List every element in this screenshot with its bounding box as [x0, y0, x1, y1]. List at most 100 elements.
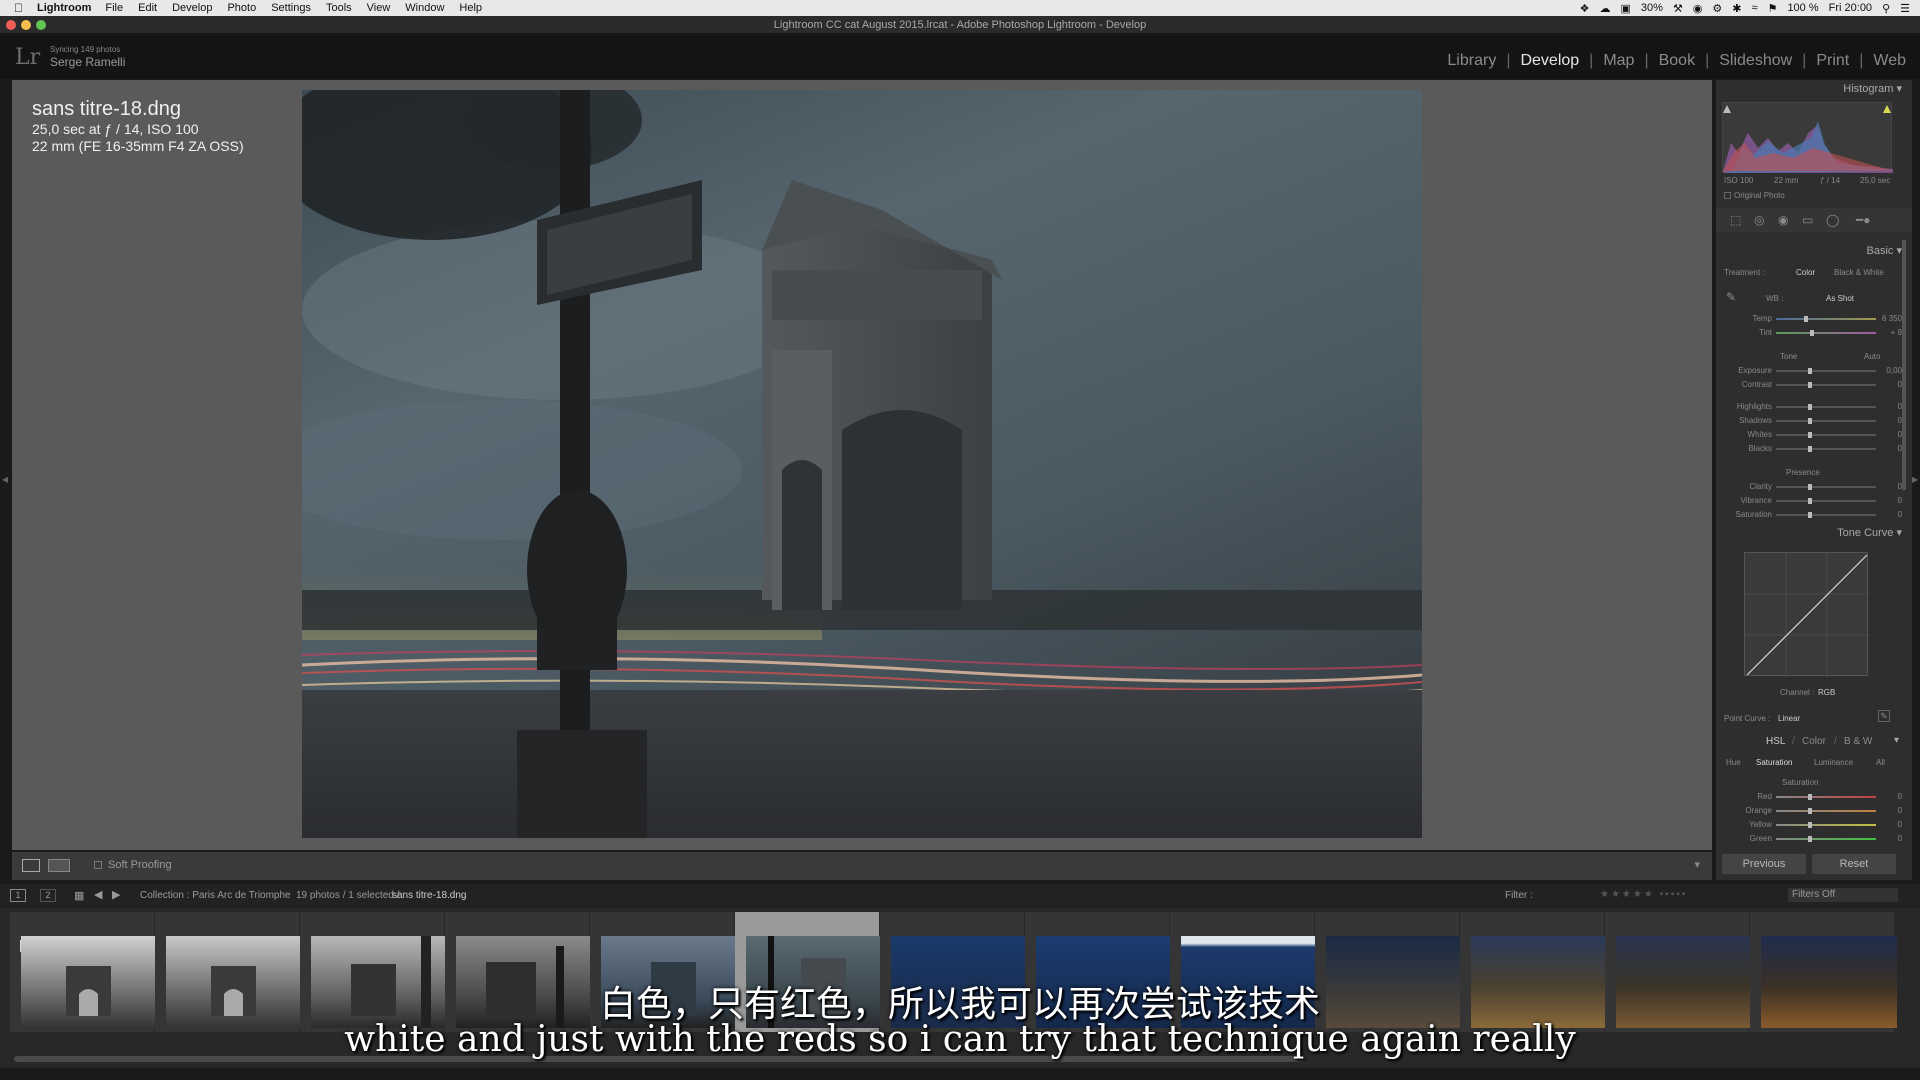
menu-app-name[interactable]: Lightroom [37, 2, 91, 14]
yellow-value[interactable]: 0 [1898, 820, 1902, 829]
gear-icon[interactable]: ⚙ [1712, 2, 1722, 15]
treatment-bw[interactable]: Black & White [1834, 268, 1884, 277]
search-icon[interactable]: ⚲ [1882, 2, 1890, 15]
menu-settings[interactable]: Settings [271, 2, 311, 14]
treatment-color[interactable]: Color [1796, 268, 1815, 277]
orange-value[interactable]: 0 [1898, 806, 1902, 815]
shadows-slider[interactable] [1776, 420, 1876, 422]
hsl-saturation-tab[interactable]: Saturation [1756, 758, 1792, 767]
filters-off-select[interactable]: Filters Off [1788, 888, 1898, 902]
menu-photo[interactable]: Photo [227, 2, 256, 14]
volume-percent[interactable]: 100 % [1787, 2, 1818, 14]
blacks-slider-thumb[interactable] [1808, 446, 1812, 452]
color-tab[interactable]: Color [1802, 736, 1826, 747]
clock[interactable]: Fri 20:00 [1829, 2, 1872, 14]
minimize-window-button[interactable] [21, 20, 31, 30]
before-after-view-icon[interactable] [48, 859, 70, 872]
crop-icon[interactable]: ⬚ [1730, 213, 1741, 227]
bluetooth-icon[interactable]: ✱ [1732, 2, 1741, 15]
temp-slider-thumb[interactable] [1804, 316, 1808, 322]
vibrance-slider-thumb[interactable] [1808, 498, 1812, 504]
red-saturation-slider[interactable] [1776, 796, 1876, 798]
clarity-slider-thumb[interactable] [1808, 484, 1812, 490]
left-panel-toggle-icon[interactable]: ◀ [2, 475, 8, 485]
cloud-icon[interactable]: ☁ [1600, 2, 1611, 15]
red-value[interactable]: 0 [1898, 792, 1902, 801]
hsl-hue-tab[interactable]: Hue [1726, 758, 1741, 767]
green-saturation-slider[interactable] [1776, 838, 1876, 840]
highlights-slider[interactable] [1776, 406, 1876, 408]
shadows-slider-thumb[interactable] [1808, 418, 1812, 424]
list-icon[interactable]: ☰ [1900, 2, 1910, 15]
contrast-slider[interactable] [1776, 384, 1876, 386]
loupe-view-icon[interactable] [22, 859, 40, 872]
whites-slider-thumb[interactable] [1808, 432, 1812, 438]
green-value[interactable]: 0 [1898, 834, 1902, 843]
menu-develop[interactable]: Develop [172, 2, 212, 14]
yellow-saturation-thumb[interactable] [1808, 822, 1812, 828]
module-library[interactable]: Library [1443, 52, 1500, 70]
basic-header[interactable]: Basic ▾ [1867, 244, 1902, 257]
orange-saturation-slider[interactable] [1776, 810, 1876, 812]
spot-removal-icon[interactable]: ◎ [1754, 213, 1764, 227]
exposure-slider-thumb[interactable] [1808, 368, 1812, 374]
soft-proofing-checkbox[interactable] [94, 861, 102, 869]
toolbar-menu-chevron-icon[interactable]: ▾ [1694, 858, 1700, 871]
bw-tab[interactable]: B & W [1844, 736, 1872, 747]
hsl-collapse-icon[interactable]: ▾ [1894, 735, 1899, 746]
whites-slider[interactable] [1776, 434, 1876, 436]
zoom-window-button[interactable] [36, 20, 46, 30]
highlights-slider-thumb[interactable] [1808, 404, 1812, 410]
previous-button[interactable]: Previous [1722, 854, 1806, 874]
module-book[interactable]: Book [1655, 52, 1699, 70]
rating-filter[interactable]: ★★★★★ ▪▪▪▪▪ [1600, 889, 1687, 900]
dropbox-icon[interactable]: ❖ [1580, 2, 1590, 15]
grid-view-icon[interactable]: ▦ [74, 889, 84, 902]
module-map[interactable]: Map [1599, 52, 1638, 70]
eyedropper-icon[interactable]: ✎ [1726, 290, 1736, 304]
red-saturation-thumb[interactable] [1808, 794, 1812, 800]
contrast-slider-thumb[interactable] [1808, 382, 1812, 388]
blacks-slider[interactable] [1776, 448, 1876, 450]
selected-filename[interactable]: sans titre-18.dng [392, 890, 467, 901]
apple-icon[interactable]:  [14, 1, 23, 15]
collection-source[interactable]: Collection : Paris Arc de Triomphe [140, 890, 291, 901]
original-photo-checkbox[interactable] [1724, 192, 1731, 199]
record-icon[interactable]: ◉ [1693, 2, 1703, 15]
main-photo[interactable] [302, 90, 1422, 838]
menu-tools[interactable]: Tools [326, 2, 352, 14]
menu-view[interactable]: View [367, 2, 391, 14]
histogram-graph[interactable] [1722, 102, 1893, 173]
green-saturation-thumb[interactable] [1808, 836, 1812, 842]
exposure-value[interactable]: 0,00 [1886, 366, 1902, 375]
module-web[interactable]: Web [1869, 52, 1910, 70]
tone-curve-graph[interactable] [1744, 552, 1869, 677]
second-window-button[interactable]: 2 [40, 889, 56, 902]
histogram-header[interactable]: Histogram ▾ [1843, 82, 1902, 95]
adjustment-brush-icon[interactable]: ━● [1856, 213, 1870, 227]
saturation-slider-thumb[interactable] [1808, 512, 1812, 518]
main-window-button[interactable]: 1 [10, 889, 26, 902]
curve-edit-icon[interactable]: ✎ [1878, 710, 1890, 722]
module-slideshow[interactable]: Slideshow [1715, 52, 1796, 70]
hsl-luminance-tab[interactable]: Luminance [1814, 758, 1853, 767]
right-panel-scrollbar[interactable] [1902, 240, 1906, 490]
close-window-button[interactable] [6, 20, 16, 30]
hsl-all-tab[interactable]: All [1876, 758, 1885, 767]
red-eye-icon[interactable]: ◉ [1778, 213, 1788, 227]
right-panel-toggle-icon[interactable]: ▶ [1912, 475, 1918, 484]
wb-select[interactable]: As Shot [1826, 294, 1854, 303]
tone-curve-header[interactable]: Tone Curve ▾ [1837, 526, 1902, 539]
menu-help[interactable]: Help [459, 2, 482, 14]
saturation-value[interactable]: 0 [1898, 510, 1902, 519]
tint-slider-thumb[interactable] [1810, 330, 1814, 336]
clarity-slider[interactable] [1776, 486, 1876, 488]
graduated-filter-icon[interactable]: ▭ [1802, 213, 1813, 227]
point-curve-select[interactable]: Linear [1778, 714, 1800, 723]
temp-slider[interactable] [1776, 318, 1876, 320]
module-develop[interactable]: Develop [1516, 52, 1583, 70]
vibrance-slider[interactable] [1776, 500, 1876, 502]
wifi-icon[interactable]: ≈ [1752, 2, 1758, 14]
saturation-slider[interactable] [1776, 514, 1876, 516]
reset-button[interactable]: Reset [1812, 854, 1896, 874]
